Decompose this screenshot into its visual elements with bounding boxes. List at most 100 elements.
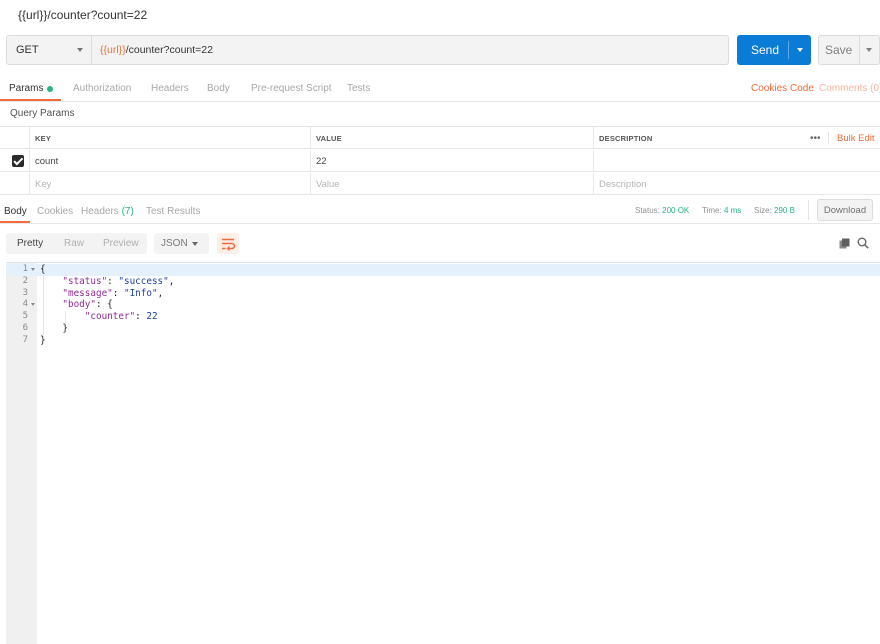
line-number: 4 bbox=[22, 299, 28, 310]
code-link-label: Code bbox=[790, 83, 814, 94]
code-line: 5 "counter": 22 bbox=[6, 311, 880, 323]
column-header-key: KEY bbox=[29, 127, 310, 149]
save-label: Save bbox=[825, 43, 853, 57]
response-tab-test-results[interactable]: Test Results bbox=[146, 200, 200, 222]
url-input[interactable]: {{url}}/counter?count=22 bbox=[92, 35, 729, 65]
response-tab-test-results-label: Test Results bbox=[146, 205, 201, 217]
request-tab[interactable]: {{url}}/counter?count=22 bbox=[0, 0, 880, 30]
code-text: "message": "Info", bbox=[62, 287, 164, 299]
time-readout: Time: 4 ms bbox=[702, 200, 741, 220]
new-key-input[interactable]: Key bbox=[29, 173, 310, 195]
preview-button[interactable]: Preview bbox=[103, 233, 139, 254]
code-text: } bbox=[40, 334, 46, 346]
copy-icon[interactable] bbox=[839, 238, 850, 249]
size-label: Size: bbox=[754, 205, 772, 215]
status-label: Status: bbox=[635, 205, 660, 215]
wrap-lines-icon bbox=[222, 238, 236, 251]
query-params-table: KEY VALUE DESCRIPTION ••• Bulk Edit coun… bbox=[0, 126, 880, 195]
response-active-tab-indicator bbox=[0, 221, 30, 223]
response-tab-headers[interactable]: Headers (7) bbox=[81, 200, 134, 222]
tab-params[interactable]: Params bbox=[9, 76, 54, 101]
time-value: 4 ms bbox=[723, 205, 742, 215]
response-tab-cookies-label: Cookies bbox=[37, 205, 74, 217]
wrap-lines-button[interactable] bbox=[217, 233, 239, 254]
more-options-icon[interactable]: ••• bbox=[810, 127, 821, 149]
language-select[interactable]: JSON bbox=[154, 233, 209, 254]
fold-arrow-icon[interactable] bbox=[31, 303, 35, 307]
tab-authorization[interactable]: Authorization bbox=[73, 76, 131, 101]
headers-count: (7) bbox=[121, 205, 134, 217]
size-readout: Size: 290 B bbox=[754, 200, 795, 220]
response-tab-cookies[interactable]: Cookies bbox=[37, 200, 73, 222]
column-header-value: VALUE bbox=[310, 127, 593, 149]
time-label: Time: bbox=[702, 205, 722, 215]
code-text: { bbox=[40, 264, 46, 275]
line-number: 7 bbox=[22, 334, 28, 345]
request-tabs: Params Authorization Headers Body Pre-re… bbox=[0, 76, 880, 102]
language-label: JSON bbox=[161, 238, 188, 249]
code-link[interactable]: Code bbox=[790, 76, 814, 101]
response-tab-body[interactable]: Body bbox=[4, 200, 27, 222]
table-header-row: KEY VALUE DESCRIPTION ••• Bulk Edit bbox=[0, 127, 880, 149]
request-bar: GET {{url}}/counter?count=22 Send Save bbox=[6, 35, 880, 65]
raw-button[interactable]: Raw bbox=[64, 233, 84, 254]
tab-headers[interactable]: Headers bbox=[151, 76, 189, 101]
response-tab-headers-label: Headers bbox=[81, 205, 119, 217]
comments-link-label: Comments (0) bbox=[819, 83, 880, 94]
query-params-label: Query Params bbox=[10, 108, 75, 119]
save-divider bbox=[859, 36, 860, 64]
new-description-input[interactable]: Description bbox=[593, 173, 880, 195]
code-text: "status": "success", bbox=[62, 275, 175, 287]
search-icon[interactable] bbox=[857, 237, 869, 249]
size-value: 290 B bbox=[774, 205, 795, 215]
pretty-button[interactable]: Pretty bbox=[17, 233, 43, 254]
fold-arrow-icon[interactable] bbox=[31, 268, 35, 271]
param-description-cell[interactable] bbox=[593, 150, 880, 172]
format-toggle-group: Pretty Raw Preview bbox=[6, 233, 147, 254]
comments-link[interactable]: Comments (0) bbox=[819, 76, 880, 101]
param-key-cell[interactable]: count bbox=[29, 150, 310, 172]
method-select[interactable]: GET bbox=[6, 35, 92, 65]
tab-params-label: Params bbox=[9, 83, 44, 94]
checkbox-checked-icon[interactable] bbox=[12, 155, 24, 167]
line-number: 1 bbox=[22, 264, 28, 274]
response-body-editor[interactable]: 1{2 "status": "success", 3 "message": "In… bbox=[6, 262, 880, 644]
indent-guide bbox=[65, 311, 66, 323]
bulk-edit-link[interactable]: Bulk Edit bbox=[837, 127, 875, 149]
cookies-link-label: Cookies bbox=[751, 83, 788, 94]
code-text: "body": { bbox=[62, 299, 113, 311]
response-tabs: Body Cookies Headers (7) Test Results St… bbox=[0, 199, 880, 224]
line-number: 5 bbox=[22, 311, 28, 322]
save-options-chevron-icon[interactable] bbox=[866, 48, 872, 52]
table-row: count 22 bbox=[0, 150, 880, 172]
param-value-cell[interactable]: 22 bbox=[310, 150, 593, 172]
send-button[interactable]: Send bbox=[737, 35, 811, 65]
new-value-input[interactable]: Value bbox=[310, 173, 593, 195]
save-button[interactable]: Save bbox=[818, 35, 880, 65]
cookies-link[interactable]: Cookies bbox=[751, 76, 787, 101]
url-path: /counter?count=22 bbox=[125, 44, 213, 56]
send-options-chevron-icon[interactable] bbox=[797, 48, 803, 52]
download-button[interactable]: Download bbox=[817, 199, 873, 221]
tab-prerequest-script[interactable]: Pre-request Script bbox=[251, 76, 332, 101]
code-text: } bbox=[62, 323, 68, 334]
request-tab-title: {{url}}/counter?count=22 bbox=[18, 8, 148, 22]
tab-headers-label: Headers bbox=[151, 83, 189, 94]
chevron-down-icon bbox=[192, 242, 198, 246]
params-active-dot bbox=[47, 85, 54, 92]
code-line: 6 } bbox=[6, 323, 880, 335]
status-readout: Status: 200 OK bbox=[635, 200, 689, 220]
table-row-new: Key Value Description bbox=[0, 173, 880, 195]
method-label: GET bbox=[16, 44, 39, 56]
line-number: 2 bbox=[22, 275, 28, 286]
indent-guide bbox=[43, 275, 44, 335]
code-line: 4 "body": { bbox=[6, 299, 880, 311]
download-divider bbox=[808, 200, 809, 220]
line-number: 6 bbox=[22, 323, 28, 333]
tab-prerequest-label: Pre-request Script bbox=[251, 83, 332, 94]
tab-authorization-label: Authorization bbox=[73, 83, 132, 94]
send-label: Send bbox=[751, 43, 780, 57]
tab-tests[interactable]: Tests bbox=[347, 76, 370, 101]
tab-body[interactable]: Body bbox=[207, 76, 230, 101]
code-text: "counter": 22 bbox=[84, 311, 158, 323]
